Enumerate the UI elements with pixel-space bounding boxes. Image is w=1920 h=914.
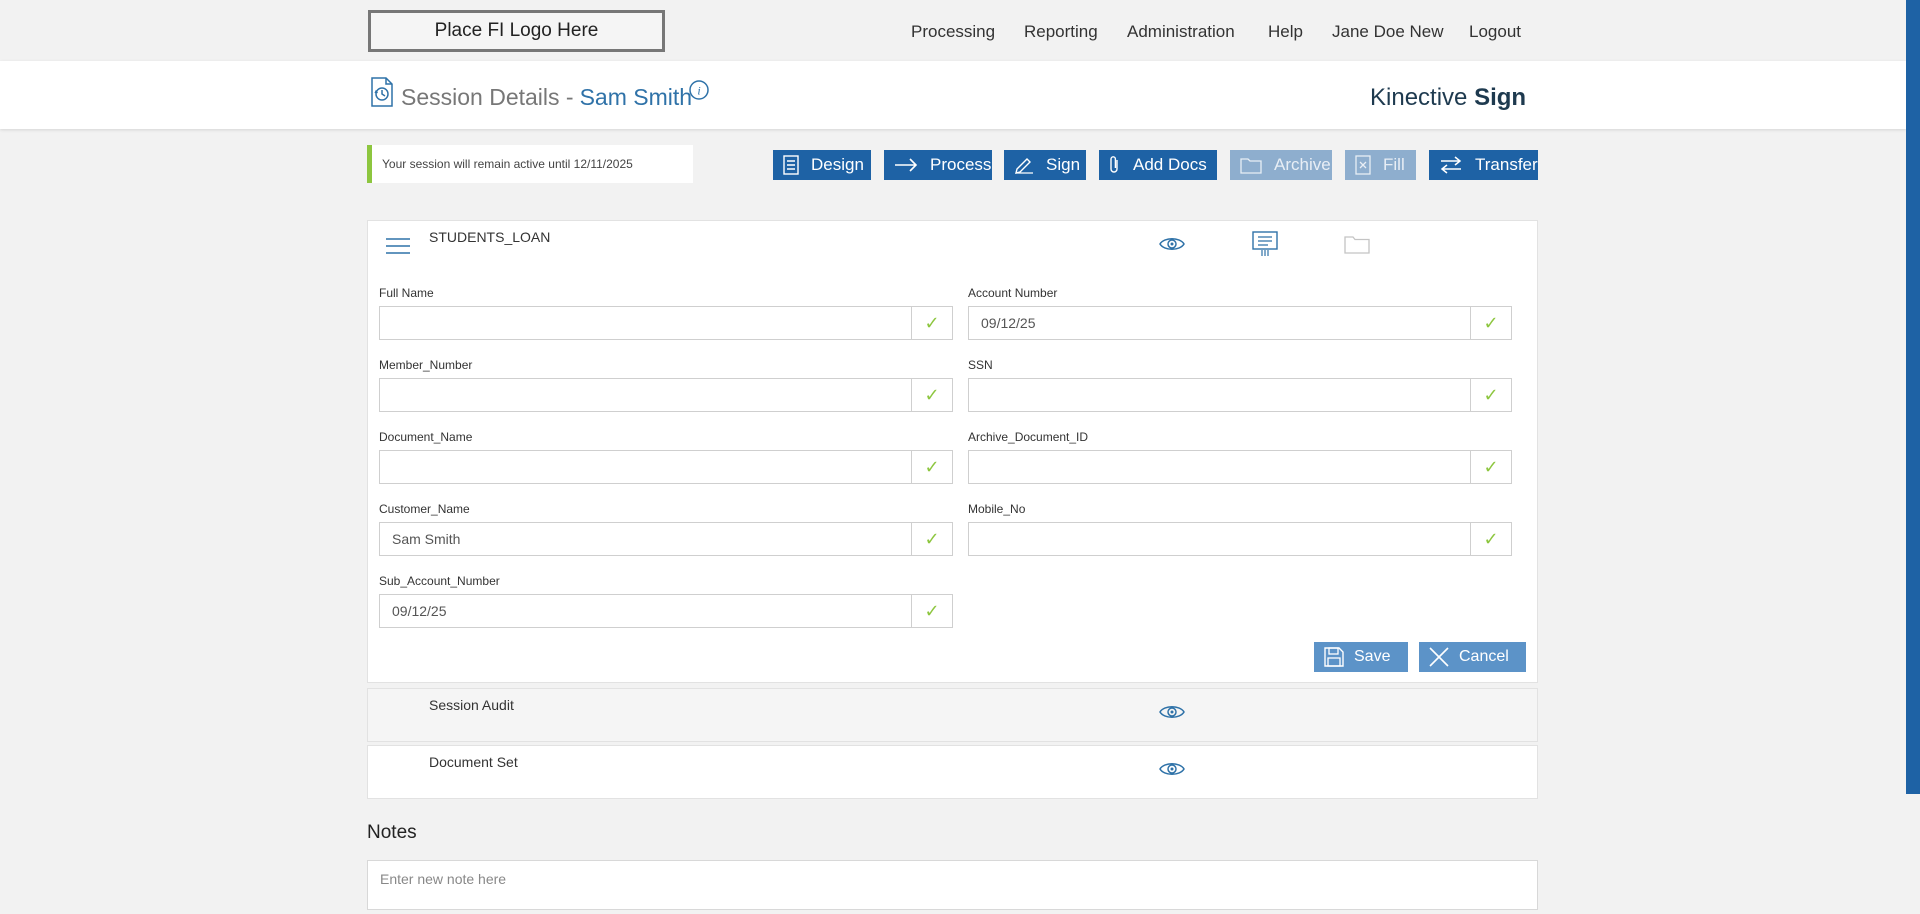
session-customer-name: Sam Smith (579, 84, 693, 110)
close-icon (1429, 647, 1449, 667)
field-label-mobile-no: Mobile_No (968, 502, 1026, 516)
notes-heading: Notes (367, 822, 417, 843)
brand-name-light: Kinective (1370, 84, 1468, 111)
save-disk-icon (1324, 647, 1344, 667)
checkmark-icon[interactable]: ✓ (911, 595, 952, 627)
folder-icon (1344, 234, 1370, 259)
field-label-archive-document-id: Archive_Document_ID (968, 430, 1089, 444)
folder-icon (1240, 158, 1262, 174)
session-audit-panel[interactable] (367, 688, 1538, 742)
account-number-input[interactable] (969, 307, 1470, 339)
ssn-field: ✓ (968, 378, 1512, 412)
design-button[interactable]: Design (773, 150, 871, 180)
save-button-label: Save (1354, 648, 1391, 665)
nav-administration[interactable]: Administration (1127, 22, 1235, 42)
fill-button[interactable]: Fill (1345, 150, 1416, 180)
document-set-title: Document Set (429, 754, 518, 770)
checkmark-icon[interactable]: ✓ (911, 523, 952, 555)
nav-processing[interactable]: Processing (911, 22, 995, 42)
fill-button-label: Fill (1383, 155, 1405, 174)
sub-account-number-field: ✓ (379, 594, 953, 628)
fill-document-icon (1355, 155, 1371, 175)
archive-button-label: Archive (1274, 155, 1331, 174)
session-history-icon (369, 76, 395, 113)
checkmark-icon[interactable]: ✓ (911, 379, 952, 411)
transfer-button[interactable]: Transfer (1429, 150, 1538, 180)
new-note-input[interactable] (368, 861, 1537, 909)
field-label-sub-account-number: Sub_Account_Number (379, 574, 500, 588)
document-set-panel[interactable] (367, 745, 1538, 799)
eye-icon[interactable] (1158, 759, 1186, 784)
arrow-right-icon (895, 158, 918, 172)
cancel-button-label: Cancel (1459, 648, 1509, 665)
field-label-member-number: Member_Number (379, 358, 473, 372)
full-name-field: ✓ (379, 306, 953, 340)
document-name-field: ✓ (379, 450, 953, 484)
pen-icon (1015, 158, 1033, 174)
field-label-customer-name: Customer_Name (379, 502, 470, 516)
transfer-button-label: Transfer (1475, 155, 1538, 174)
checkmark-icon[interactable]: ✓ (911, 307, 952, 339)
archive-document-id-input[interactable] (969, 451, 1470, 483)
checkmark-icon[interactable]: ✓ (1470, 451, 1511, 483)
hamburger-menu-icon[interactable] (385, 236, 411, 261)
ssn-input[interactable] (969, 379, 1470, 411)
brand-logo: Kinective Sign (1370, 84, 1526, 112)
eye-icon[interactable] (1158, 702, 1186, 727)
checkmark-icon[interactable]: ✓ (1470, 307, 1511, 339)
checkmark-icon[interactable]: ✓ (1470, 523, 1511, 555)
field-label-document-name: Document_Name (379, 430, 473, 444)
fi-logo-placeholder: Place FI Logo Here (368, 10, 665, 52)
field-label-account-number: Account Number (968, 286, 1058, 300)
scrollbar[interactable] (1906, 0, 1920, 794)
eye-icon[interactable] (1158, 234, 1186, 259)
member-number-field: ✓ (379, 378, 953, 412)
cancel-button[interactable]: Cancel (1419, 642, 1526, 672)
customer-name-field: ✓ (379, 522, 953, 556)
session-audit-title: Session Audit (429, 697, 514, 713)
mobile-no-input[interactable] (969, 523, 1470, 555)
document-title: STUDENTS_LOAN (429, 229, 551, 245)
nav-logout[interactable]: Logout (1469, 22, 1521, 42)
checkmark-icon[interactable]: ✓ (1470, 379, 1511, 411)
nav-help[interactable]: Help (1268, 22, 1303, 42)
process-button-label: Process (930, 155, 992, 174)
add-docs-button[interactable]: Add Docs (1099, 150, 1217, 180)
checkmark-icon[interactable]: ✓ (911, 451, 952, 483)
mobile-no-field: ✓ (968, 522, 1512, 556)
account-number-field: ✓ (968, 306, 1512, 340)
add-docs-button-label: Add Docs (1133, 155, 1207, 174)
design-icon (783, 155, 799, 175)
sign-button-label: Sign (1046, 155, 1081, 174)
nav-reporting[interactable]: Reporting (1024, 22, 1098, 42)
transfer-arrows-icon (1440, 156, 1462, 174)
archive-button[interactable]: Archive (1230, 150, 1332, 180)
notes-box (367, 860, 1538, 910)
sign-button[interactable]: Sign (1004, 150, 1086, 180)
page-title: Session Details - Sam Smith (401, 84, 692, 111)
svg-text:i: i (697, 84, 700, 98)
field-label-ssn: SSN (968, 358, 993, 372)
archive-document-id-field: ✓ (968, 450, 1512, 484)
nav-user-name[interactable]: Jane Doe New (1332, 22, 1444, 42)
design-button-label: Design (811, 155, 864, 174)
customer-name-input[interactable] (380, 523, 911, 555)
full-name-input[interactable] (380, 307, 911, 339)
member-number-input[interactable] (380, 379, 911, 411)
process-button[interactable]: Process (884, 150, 992, 180)
session-timeout-notice: Your session will remain active until 12… (367, 145, 693, 183)
brand-name-bold: Sign (1474, 84, 1527, 111)
info-icon[interactable]: i (688, 79, 710, 106)
presentation-icon[interactable] (1251, 231, 1279, 262)
sub-account-number-input[interactable] (380, 595, 911, 627)
session-header (0, 61, 1906, 129)
field-label-full-name: Full Name (379, 286, 434, 300)
session-timeout-text: Your session will remain active until 12… (382, 157, 633, 171)
session-title-label: Session Details - (401, 84, 574, 110)
paperclip-icon (1110, 156, 1118, 173)
document-name-input[interactable] (380, 451, 911, 483)
save-button[interactable]: Save (1314, 642, 1408, 672)
